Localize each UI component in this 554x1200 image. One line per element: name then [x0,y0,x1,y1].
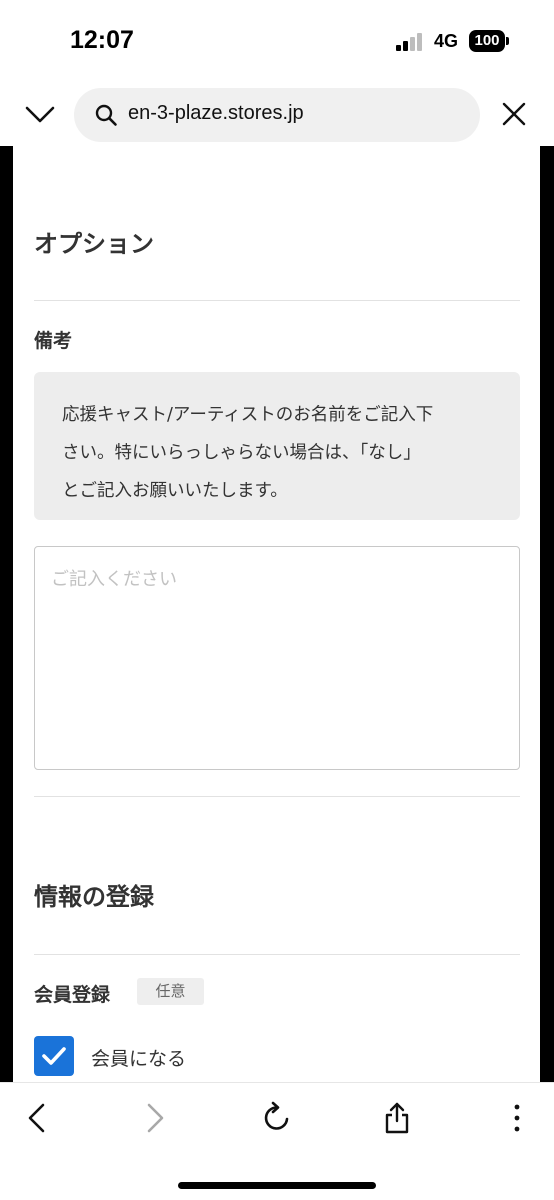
note-line: さい。特にいらっしゃらない場合は、「なし」 [62,443,421,463]
note-box: 応援キャスト/アーティストのお名前をご記入下 さい。特にいらっしゃらない場合は、… [34,372,520,520]
right-edge [540,146,554,1082]
registration-title: 情報の登録 [34,883,154,911]
remarks-label: 備考 [34,330,73,352]
browser-toolbar [0,1082,554,1200]
battery-nub [506,37,509,45]
search-icon [95,104,117,126]
note-line: 応援キャスト/アーティストのお名前をご記入下 [62,405,434,425]
optional-badge: 任意 [137,978,204,1005]
browser-bar: en-3-plaze.stores.jp [0,82,554,146]
remarks-textarea[interactable] [34,546,520,770]
member-label: 会員登録 [34,984,111,1006]
checkbox-label[interactable]: 会員になる [91,1044,186,1071]
left-edge [0,146,13,1082]
forward-icon[interactable] [138,1101,172,1135]
reload-icon[interactable] [260,1101,294,1135]
status-time: 12:07 [70,26,134,54]
more-icon[interactable] [500,1101,534,1135]
share-icon[interactable] [380,1101,414,1135]
network-type: 4G [434,31,459,51]
chevron-down-icon[interactable] [24,100,56,128]
close-icon[interactable] [500,100,528,128]
options-title: オプション [34,230,154,258]
check-icon [42,1047,66,1065]
status-bar: 12:07 4G 100 [0,0,554,82]
url-text: en-3-plaze.stores.jp [128,102,304,124]
page-content: オプション 備考 応援キャスト/アーティストのお名前をご記入下 さい。特にいらっ… [13,146,540,1082]
member-checkbox[interactable] [34,1036,74,1076]
divider [34,300,520,301]
battery-icon: 100 [469,30,505,52]
back-icon[interactable] [20,1101,54,1135]
divider [34,796,520,797]
url-bar[interactable]: en-3-plaze.stores.jp [74,88,480,142]
home-indicator [178,1182,376,1189]
note-line: とご記入お願いいたします。 [62,481,288,501]
signal-icon [396,33,426,51]
divider [34,954,520,955]
